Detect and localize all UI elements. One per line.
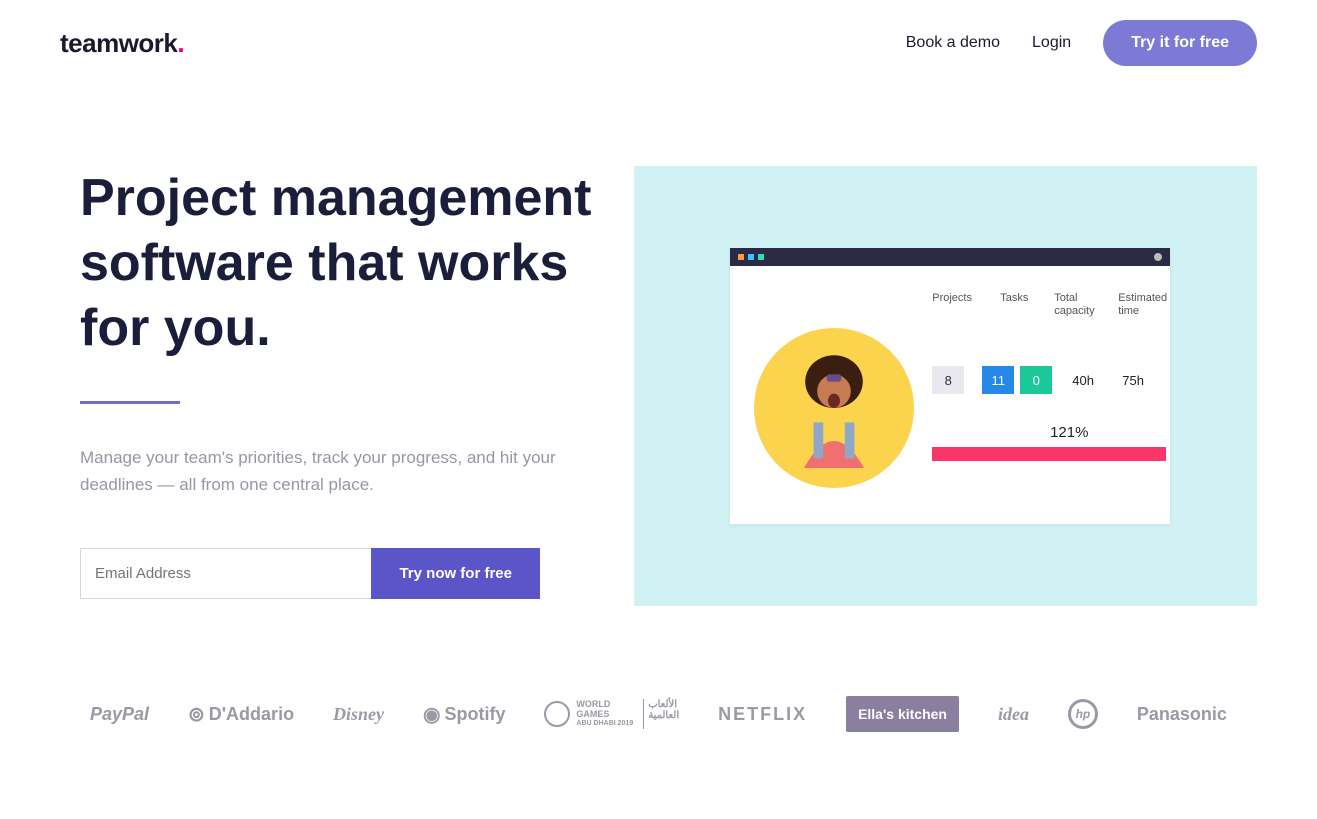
hero-title: Project management software that works f… [80,166,594,361]
person-icon [774,348,894,468]
brand-idea: idea [998,704,1029,725]
brand-label: idea [998,704,1029,725]
brand-paypal: PayPal [90,704,149,725]
stats-panel: Projects Tasks Total capacity Estimated … [932,292,1166,488]
app-body: Projects Tasks Total capacity Estimated … [730,266,1170,524]
app-window: Projects Tasks Total capacity Estimated … [730,248,1170,524]
user-avatar [754,328,914,488]
hp-circle-icon: hp [1068,699,1098,729]
col-header-projects: Projects [932,292,980,318]
try-free-button[interactable]: Try it for free [1103,20,1257,66]
brand-logos: PayPal ⊚D'Addario Disney ◉Spotify WORLD … [0,646,1317,762]
brand-label: D'Addario [209,704,294,725]
logo[interactable]: teamwork. [60,28,184,59]
window-dot-icon [748,254,754,260]
stat-tasks-a: 11 [982,366,1014,394]
brand-daddario: ⊚D'Addario [188,702,294,727]
window-dot-icon [1154,253,1162,261]
brand-label: WORLD [576,699,610,709]
brand-disney: Disney [333,704,384,725]
signup-form: Try now for free [80,548,540,599]
window-controls [738,254,764,260]
col-header-capacity: Total capacity [1054,292,1098,318]
brand-label: PayPal [90,704,149,725]
brand-label: GAMES [576,709,609,719]
brand-panasonic: Panasonic [1137,704,1227,725]
col-header-estimated: Estimated time [1118,292,1166,318]
progress-bar [932,447,1166,461]
brand-label: hp [1076,707,1091,721]
stat-capacity: 40h [1072,373,1116,388]
brand-worldgames: WORLD GAMES ABU DHABI 2019 الألعابالعالم… [544,699,679,729]
site-header: teamwork. Book a demo Login Try it for f… [0,0,1317,86]
email-input[interactable] [80,548,371,599]
nav-book-demo[interactable]: Book a demo [906,34,1000,52]
percent-label: 121% [972,424,1166,441]
stat-estimated: 75h [1122,373,1166,388]
stat-tasks-b: 0 [1020,366,1052,394]
brand-label: NETFLIX [718,704,807,725]
hero-illustration: Projects Tasks Total capacity Estimated … [634,166,1258,606]
window-dot-icon [738,254,744,260]
logo-dot: . [177,28,184,58]
window-dot-icon [758,254,764,260]
logo-text: teamwork [60,28,177,58]
brand-label: ABU DHABI 2019 [576,720,633,728]
col-header-tasks: Tasks [1000,292,1034,318]
brand-netflix: NETFLIX [718,704,807,725]
brand-spotify: ◉Spotify [423,702,505,727]
badge-icon [544,701,570,727]
top-nav: Book a demo Login Try it for free [906,20,1257,66]
brand-label: Disney [333,704,384,725]
window-titlebar [730,248,1170,266]
stat-projects: 8 [932,366,964,394]
brand-label: Spotify [444,704,505,725]
brand-hp: hp [1068,699,1098,729]
stats-header-row: Projects Tasks Total capacity Estimated … [932,292,1166,318]
nav-login[interactable]: Login [1032,34,1071,52]
accent-bar [80,401,180,404]
hero-subtitle: Manage your team's priorities, track you… [80,444,560,498]
brand-label: Panasonic [1137,704,1227,725]
try-now-button[interactable]: Try now for free [371,548,540,599]
brand-label: Ella's kitchen [858,706,947,722]
hero-left: Project management software that works f… [80,166,594,599]
stats-row: 8 11 0 40h 75h [932,366,1166,394]
brand-ellas-kitchen: Ella's kitchen [846,696,959,732]
hero-section: Project management software that works f… [0,86,1317,646]
